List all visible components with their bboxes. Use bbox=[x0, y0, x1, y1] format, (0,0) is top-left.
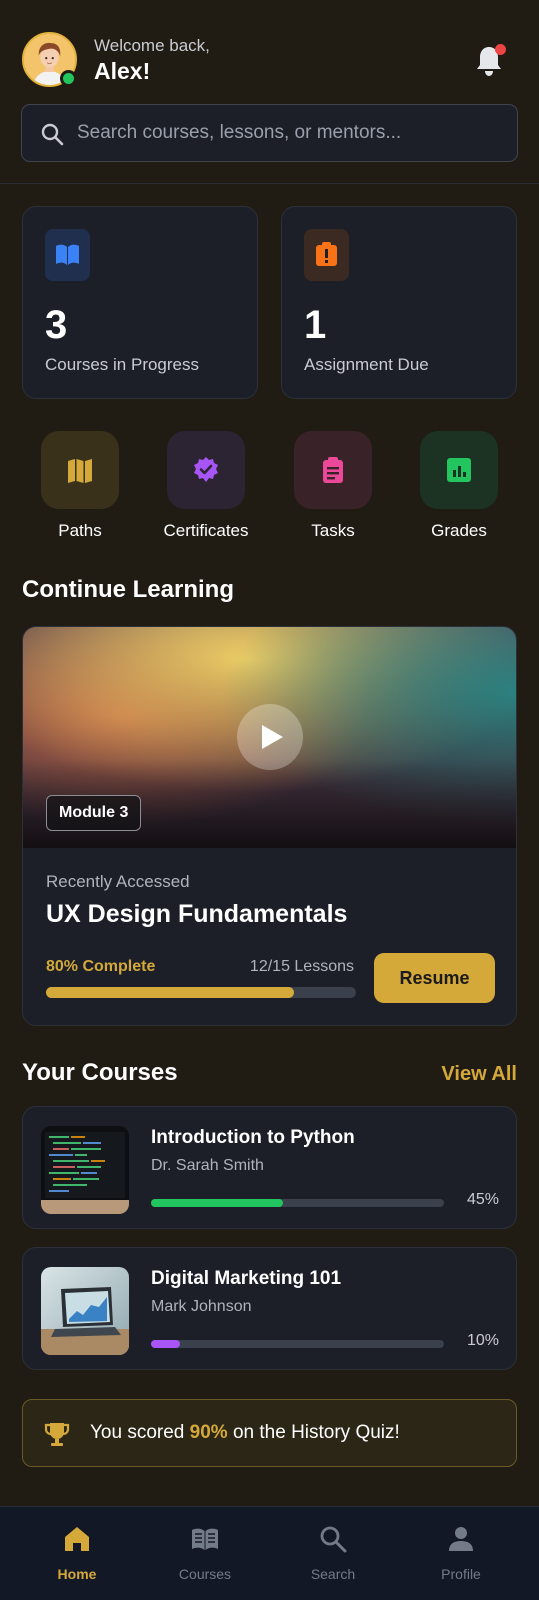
lessons-count: 12/15 Lessons bbox=[249, 958, 354, 975]
course-mentor: Dr. Sarah Smith bbox=[151, 1157, 264, 1174]
course-progress-percent: 45% bbox=[466, 1191, 499, 1208]
quick-link-certificates[interactable]: Certificates bbox=[143, 431, 269, 543]
clipboard-list-icon-box bbox=[294, 431, 372, 509]
course-name: Introduction to Python bbox=[151, 1127, 355, 1148]
quick-link-grades[interactable]: Grades bbox=[396, 431, 522, 543]
course-progress-bar bbox=[151, 1199, 444, 1207]
search-bar[interactable] bbox=[21, 104, 518, 162]
book-icon bbox=[192, 1528, 218, 1550]
quick-link-tasks[interactable]: Tasks bbox=[270, 431, 396, 543]
book-open-icon-box bbox=[45, 229, 90, 281]
alert-clipboard-icon-box bbox=[304, 229, 349, 281]
course-mentor: Mark Johnson bbox=[151, 1298, 252, 1315]
welcome-text: Welcome back, bbox=[94, 36, 210, 55]
course-video-preview[interactable]: Module 3 bbox=[23, 627, 516, 848]
map-icon bbox=[68, 459, 92, 483]
course-title: UX Design Fundamentals bbox=[46, 900, 348, 928]
course-name: Digital Marketing 101 bbox=[151, 1268, 342, 1289]
stat-value: 3 bbox=[45, 303, 68, 347]
user-name: Alex! bbox=[94, 58, 151, 84]
nav-item-courses[interactable]: Courses bbox=[141, 1507, 269, 1600]
quick-link-label: Certificates bbox=[163, 521, 249, 540]
achievement-prefix: You scored bbox=[90, 1422, 190, 1443]
achievement-text: You scored 90% on the History Quiz! bbox=[90, 1422, 400, 1444]
search-input[interactable] bbox=[77, 105, 497, 161]
course-progress-percent: 10% bbox=[466, 1332, 499, 1349]
progress-bar-fill bbox=[46, 987, 294, 998]
course-progress-fill bbox=[151, 1199, 283, 1207]
resume-button[interactable]: Resume bbox=[374, 953, 495, 1003]
nav-item-home[interactable]: Home bbox=[13, 1507, 141, 1600]
quick-link-paths[interactable]: Paths bbox=[17, 431, 143, 543]
nav-item-profile[interactable]: Profile bbox=[397, 1507, 525, 1600]
course-progress-bar bbox=[151, 1340, 444, 1348]
nav-label: Profile bbox=[441, 1566, 481, 1582]
nav-label: Courses bbox=[178, 1566, 232, 1582]
chart-bar-icon-box bbox=[420, 431, 498, 509]
quick-link-label: Tasks bbox=[311, 521, 355, 540]
your-courses-title: Your Courses bbox=[22, 1059, 178, 1086]
play-button[interactable] bbox=[237, 704, 303, 770]
nav-label: Search bbox=[310, 1566, 356, 1582]
online-status-dot bbox=[60, 70, 77, 87]
view-all-link[interactable]: View All bbox=[420, 1063, 517, 1086]
code-screen-image bbox=[41, 1126, 129, 1214]
search-icon bbox=[320, 1526, 347, 1553]
chart-bar-icon bbox=[447, 458, 471, 482]
play-icon bbox=[262, 725, 283, 749]
verified-badge-icon bbox=[194, 457, 218, 482]
continue-learning-title: Continue Learning bbox=[22, 576, 234, 603]
achievement-score: 90% bbox=[189, 1422, 228, 1443]
progress-percent: 80% Complete bbox=[46, 958, 156, 975]
alert-clipboard-icon bbox=[316, 242, 337, 266]
recently-accessed-label: Recently Accessed bbox=[46, 872, 190, 891]
header: Welcome back, Alex! bbox=[0, 0, 539, 184]
nav-label: Home bbox=[57, 1566, 97, 1582]
course-thumbnail bbox=[41, 1126, 129, 1214]
trophy-icon bbox=[44, 1423, 70, 1446]
quick-link-label: Grades bbox=[431, 521, 487, 540]
laptop-chart-image bbox=[41, 1267, 129, 1355]
home-icon bbox=[65, 1527, 89, 1551]
stat-card-courses[interactable]: 3 Courses in Progress bbox=[22, 206, 258, 399]
stat-label: Courses in Progress bbox=[45, 355, 200, 374]
continue-learning-card[interactable]: Module 3 Recently Accessed UX Design Fun… bbox=[22, 626, 517, 1026]
bottom-navigation: Home Courses Search Profile bbox=[0, 1506, 539, 1600]
stat-label: Assignment Due bbox=[304, 355, 429, 374]
verified-badge-icon-box bbox=[167, 431, 245, 509]
course-card-marketing[interactable]: Digital Marketing 101 Mark Johnson 10% bbox=[22, 1247, 517, 1370]
progress-bar bbox=[46, 987, 356, 998]
achievement-suffix: on the History Quiz! bbox=[227, 1422, 400, 1443]
profile-icon bbox=[449, 1527, 473, 1551]
course-thumbnail bbox=[41, 1267, 129, 1355]
notification-dot bbox=[495, 44, 506, 55]
stat-value: 1 bbox=[304, 303, 327, 347]
stat-card-assignments[interactable]: 1 Assignment Due bbox=[281, 206, 517, 399]
search-icon bbox=[41, 123, 64, 146]
course-card-python[interactable]: Introduction to Python Dr. Sarah Smith 4… bbox=[22, 1106, 517, 1229]
nav-item-search[interactable]: Search bbox=[269, 1507, 397, 1600]
course-progress-fill bbox=[151, 1340, 181, 1348]
map-icon-box bbox=[41, 431, 119, 509]
achievement-banner[interactable]: You scored 90% on the History Quiz! bbox=[22, 1399, 517, 1467]
book-open-icon bbox=[56, 244, 79, 265]
quick-link-label: Paths bbox=[58, 521, 102, 540]
module-badge: Module 3 bbox=[46, 795, 142, 831]
clipboard-list-icon bbox=[323, 457, 343, 483]
